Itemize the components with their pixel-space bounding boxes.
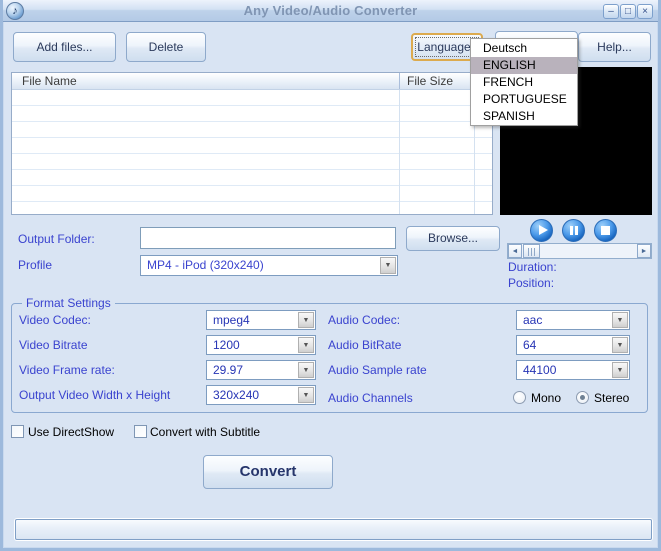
app-window: ♪ Any Video/Audio Converter – □ × Add fi… [0, 0, 661, 551]
mono-radio-label[interactable]: Mono [531, 391, 561, 405]
pause-icon [570, 226, 584, 240]
audio-codec-label: Audio Codec: [328, 313, 401, 327]
position-label: Position: [508, 276, 555, 290]
stop-icon [601, 226, 610, 235]
output-folder-label: Output Folder: [18, 232, 95, 246]
add-files-button[interactable]: Add files... [13, 32, 116, 62]
play-icon [539, 225, 548, 235]
dropdown-arrow-icon[interactable]: ▼ [612, 362, 628, 378]
audio-bitrate-label: Audio BitRate [328, 338, 402, 352]
output-size-label: Output Video Width x Height [19, 388, 171, 402]
audio-codec-value: aac [523, 313, 543, 327]
menu-item-english[interactable]: ENGLISH [471, 57, 577, 74]
dropdown-arrow-icon[interactable]: ▼ [298, 387, 314, 403]
minimize-icon: – [608, 6, 614, 17]
video-codec-value: mpeg4 [213, 313, 250, 327]
stop-button[interactable] [594, 219, 617, 242]
pause-button[interactable] [562, 219, 585, 242]
dropdown-arrow-icon[interactable]: ▼ [380, 257, 396, 274]
slider-right-arrow-icon[interactable]: ► [637, 244, 651, 258]
audio-codec-combo[interactable]: aac ▼ [516, 310, 630, 330]
dropdown-arrow-icon[interactable]: ▼ [298, 337, 314, 353]
play-button[interactable] [530, 219, 553, 242]
language-menu: Deutsch ENGLISH FRENCH PORTUGUESE SPANIS… [470, 38, 578, 126]
dropdown-arrow-icon[interactable]: ▼ [612, 337, 628, 353]
video-codec-label: Video Codec: [19, 313, 91, 327]
profile-combo[interactable]: MP4 - iPod (320x240) ▼ [140, 255, 398, 276]
browse-button[interactable]: Browse... [406, 226, 500, 251]
close-icon: × [642, 6, 648, 17]
video-bitrate-combo[interactable]: 1200 ▼ [206, 335, 316, 355]
file-list[interactable]: File Name File Size [11, 72, 493, 215]
seek-slider[interactable]: ◄ ► [507, 243, 652, 259]
video-bitrate-label: Video Bitrate [19, 338, 88, 352]
audio-sample-rate-label: Audio Sample rate [328, 363, 427, 377]
thumb-grip-icon [527, 248, 536, 256]
audio-sample-rate-combo[interactable]: 44100 ▼ [516, 360, 630, 380]
mono-radio[interactable] [513, 391, 526, 404]
format-settings-legend: Format Settings [22, 296, 115, 310]
stereo-radio-label[interactable]: Stereo [594, 391, 629, 405]
title-bar[interactable]: ♪ Any Video/Audio Converter – □ × [3, 0, 658, 22]
output-size-value: 320x240 [213, 388, 260, 402]
slider-thumb[interactable] [523, 244, 540, 258]
convert-button[interactable]: Convert [203, 455, 333, 489]
duration-label: Duration: [508, 260, 557, 274]
video-bitrate-value: 1200 [213, 338, 240, 352]
close-button[interactable]: × [637, 4, 653, 19]
dropdown-arrow-icon[interactable]: ▼ [298, 362, 314, 378]
menu-item-spanish[interactable]: SPANISH [471, 108, 577, 125]
profile-label: Profile [18, 258, 53, 272]
video-frame-rate-label: Video Frame rate: [19, 363, 115, 377]
window-title: Any Video/Audio Converter [243, 3, 418, 18]
menu-item-deutsch[interactable]: Deutsch [471, 40, 577, 57]
output-folder-input[interactable] [140, 227, 396, 249]
convert-with-subtitle-checkbox[interactable] [134, 425, 147, 438]
file-list-body[interactable] [12, 90, 492, 214]
column-header-file-name[interactable]: File Name [22, 74, 77, 89]
output-size-combo[interactable]: 320x240 ▼ [206, 385, 316, 405]
use-directshow-checkbox[interactable] [11, 425, 24, 438]
audio-bitrate-combo[interactable]: 64 ▼ [516, 335, 630, 355]
use-directshow-label[interactable]: Use DirectShow [28, 425, 114, 439]
delete-button[interactable]: Delete [126, 32, 206, 62]
video-frame-rate-combo[interactable]: 29.97 ▼ [206, 360, 316, 380]
help-button[interactable]: Help... [578, 32, 651, 62]
menu-item-french[interactable]: FRENCH [471, 74, 577, 91]
dropdown-arrow-icon[interactable]: ▼ [298, 312, 314, 328]
column-divider [399, 90, 400, 214]
stereo-radio[interactable] [576, 391, 589, 404]
menu-item-portuguese[interactable]: PORTUGUESE [471, 91, 577, 108]
slider-left-arrow-icon[interactable]: ◄ [508, 244, 522, 258]
maximize-icon: □ [624, 6, 632, 17]
progress-bar [15, 519, 652, 540]
dropdown-arrow-icon[interactable]: ▼ [612, 312, 628, 328]
profile-value: MP4 - iPod (320x240) [147, 258, 264, 272]
column-divider[interactable] [399, 73, 400, 89]
minimize-button[interactable]: – [603, 4, 619, 19]
audio-sample-rate-value: 44100 [523, 363, 557, 377]
audio-bitrate-value: 64 [523, 338, 537, 352]
video-frame-rate-value: 29.97 [213, 363, 244, 377]
radio-dot-icon [580, 395, 585, 400]
video-codec-combo[interactable]: mpeg4 ▼ [206, 310, 316, 330]
convert-with-subtitle-label[interactable]: Convert with Subtitle [150, 425, 260, 439]
column-header-file-size[interactable]: File Size [407, 74, 453, 89]
file-list-header: File Name File Size [12, 73, 492, 90]
maximize-button[interactable]: □ [620, 4, 636, 19]
audio-channels-label: Audio Channels [328, 391, 413, 405]
